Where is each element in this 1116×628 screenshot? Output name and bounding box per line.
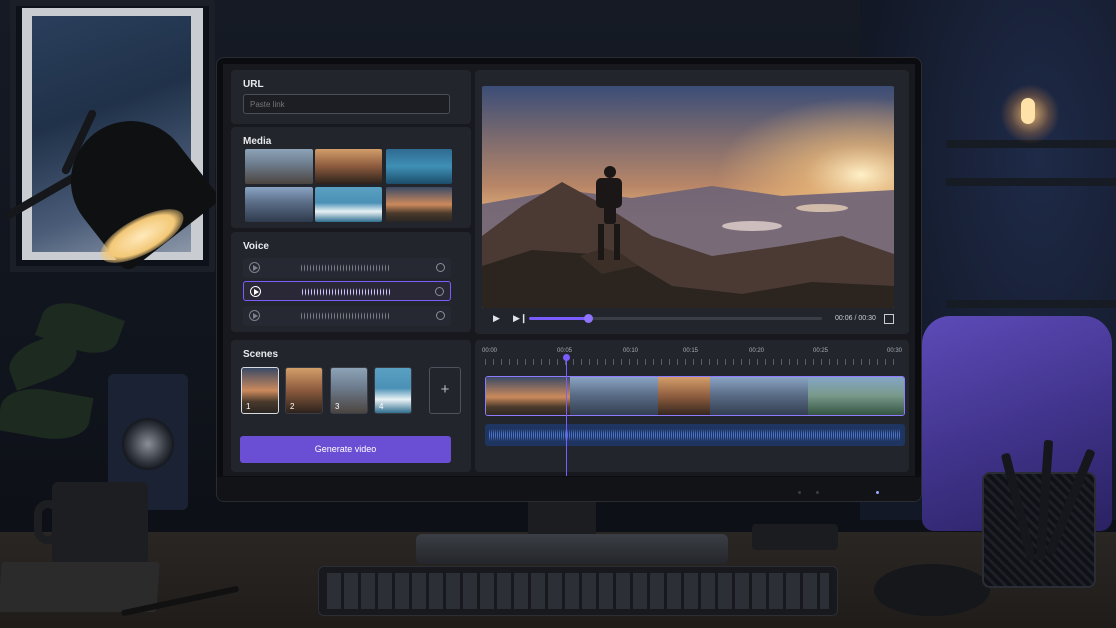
time-readout: 00:06 / 00:30 [835, 315, 876, 322]
plus-icon: + [440, 381, 450, 398]
shelf [946, 300, 1116, 308]
video-preview[interactable] [482, 86, 894, 308]
media-thumb-shark[interactable] [386, 149, 452, 184]
scene-thumb-2[interactable]: 2 [285, 367, 323, 414]
timeline-ruler[interactable] [485, 359, 898, 365]
scenes-panel-title: Scenes [243, 349, 279, 360]
play-icon[interactable] [249, 310, 260, 321]
url-input[interactable] [243, 94, 450, 114]
ruler-label: 00:15 [683, 348, 699, 354]
media-panel: Media [231, 127, 471, 228]
play-icon[interactable]: ▶ [493, 313, 500, 324]
preview-image [482, 86, 894, 308]
media-thumb-mountains[interactable] [245, 187, 313, 222]
voice-radio[interactable] [436, 311, 445, 320]
scene-number: 1 [246, 402, 251, 411]
scene-number: 4 [379, 402, 384, 411]
progress-handle[interactable] [583, 314, 593, 323]
audio-waveform [489, 428, 901, 442]
media-thumb-hiker[interactable] [386, 187, 452, 222]
ruler-label: 00:05 [557, 348, 573, 354]
clip-4[interactable] [710, 377, 808, 415]
ruler-label: 00:10 [623, 348, 639, 354]
plant-leaf [0, 382, 94, 446]
voice-panel: Voice [231, 232, 471, 332]
computer-mouse [874, 564, 990, 616]
scene-thumb-3[interactable]: 3 [330, 367, 368, 414]
notebook [0, 562, 160, 612]
app-screen: URL Media Voice [223, 64, 915, 476]
voice-option-2[interactable] [243, 281, 451, 301]
audio-track[interactable] [485, 424, 905, 446]
media-thumb-city[interactable] [245, 149, 313, 184]
ruler-label: 00:25 [813, 348, 829, 354]
play-icon[interactable] [250, 286, 261, 297]
clip-2[interactable] [570, 377, 658, 415]
skip-forward-icon[interactable]: ▶❙ [513, 313, 527, 324]
voice-panel-title: Voice [243, 241, 269, 252]
clip-3[interactable] [658, 377, 710, 415]
usb-hub [752, 524, 838, 550]
media-thumb-coast[interactable] [315, 187, 382, 222]
ruler-label: 00:30 [887, 348, 903, 354]
video-track[interactable] [485, 376, 905, 416]
scene-number: 2 [290, 402, 295, 411]
voice-option-3[interactable] [243, 306, 451, 326]
light-bulb [1021, 98, 1035, 124]
progress-bar[interactable] [529, 314, 822, 323]
scene-thumb-4[interactable]: 4 [374, 367, 412, 414]
scene-thumb-1[interactable]: 1 [241, 367, 279, 414]
url-panel: URL [231, 70, 471, 124]
waveform [302, 287, 390, 297]
playhead-handle[interactable] [563, 354, 570, 361]
playhead[interactable] [563, 354, 570, 476]
scene-number: 3 [335, 402, 340, 411]
monitor: URL Media Voice [216, 57, 922, 502]
shelf [946, 178, 1116, 186]
voice-option-1[interactable] [243, 258, 451, 278]
waveform [301, 263, 389, 273]
ruler-label: 00:00 [482, 348, 498, 354]
media-thumb-figure[interactable] [315, 149, 382, 184]
ruler-label: 00:20 [749, 348, 765, 354]
media-panel-title: Media [243, 136, 272, 147]
add-scene-button[interactable]: + [429, 367, 461, 414]
generate-video-button[interactable]: Generate video [240, 436, 451, 463]
coffee-mug [34, 482, 148, 574]
voice-radio[interactable] [436, 263, 445, 272]
power-led [876, 491, 879, 494]
voice-radio[interactable] [435, 287, 444, 296]
url-panel-title: URL [243, 79, 264, 90]
fullscreen-icon[interactable] [884, 314, 894, 324]
clip-5[interactable] [808, 377, 904, 415]
clip-1[interactable] [486, 377, 570, 415]
monitor-base [416, 534, 728, 564]
progress-fill [529, 317, 588, 320]
waveform [301, 311, 389, 321]
keyboard [318, 566, 838, 616]
play-icon[interactable] [249, 262, 260, 273]
monitor-chin [217, 477, 921, 501]
